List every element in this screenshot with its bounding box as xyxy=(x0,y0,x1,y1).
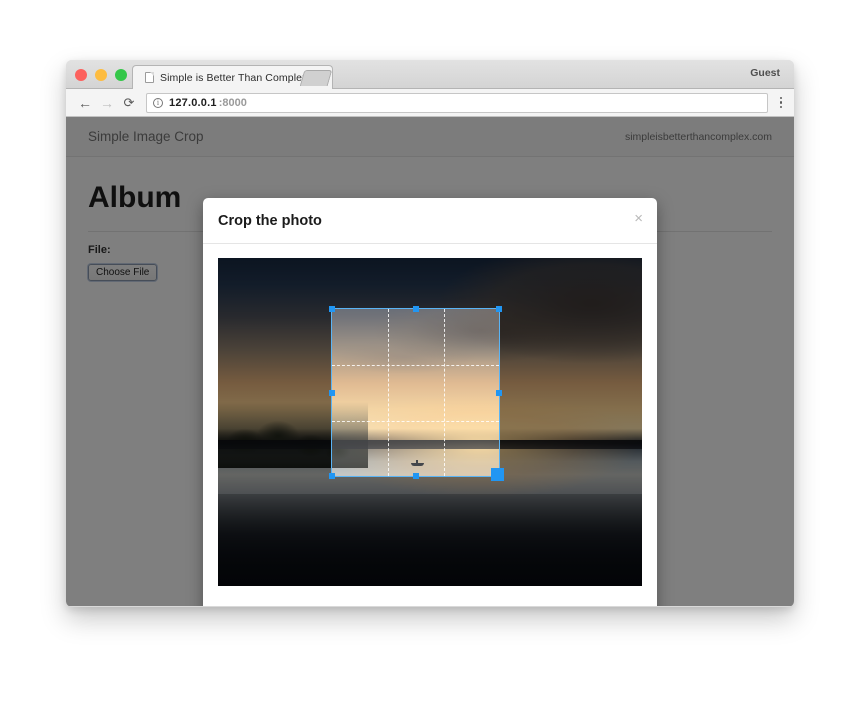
crop-grid-line-v2 xyxy=(444,309,445,476)
crop-handle-nw[interactable] xyxy=(329,306,335,312)
forward-icon[interactable]: → xyxy=(96,92,118,114)
crop-shade-top xyxy=(218,258,642,308)
crop-grid-line-h2 xyxy=(332,421,499,422)
close-icon[interactable]: × xyxy=(634,211,643,226)
minimize-window-button[interactable] xyxy=(95,69,107,81)
crop-grid-line-h1 xyxy=(332,365,499,366)
crop-handle-ne[interactable] xyxy=(496,306,502,312)
page-viewport: Simple Image Crop simpleisbetterthancomp… xyxy=(66,117,794,606)
modal-body xyxy=(203,244,657,598)
crop-handle-e[interactable] xyxy=(496,390,502,396)
close-window-button[interactable] xyxy=(75,69,87,81)
crop-shade-right xyxy=(500,308,642,477)
modal-footer: Nevermind Crop and upload xyxy=(203,598,657,606)
page-icon xyxy=(145,72,154,83)
crop-handle-n[interactable] xyxy=(413,306,419,312)
crop-handle-w[interactable] xyxy=(329,390,335,396)
back-icon[interactable]: ← xyxy=(74,92,96,114)
modal-title: Crop the photo xyxy=(218,212,322,229)
tab-title: Simple is Better Than Complex xyxy=(160,71,308,84)
crop-shade-left xyxy=(218,308,331,477)
crop-handle-sw[interactable] xyxy=(329,473,335,479)
browser-titlebar: Simple is Better Than Complex × Guest xyxy=(66,60,794,89)
crop-photo-canvas[interactable] xyxy=(218,258,642,586)
crop-shade-bottom xyxy=(218,477,642,586)
url-port: :8000 xyxy=(218,96,247,109)
crop-handle-se[interactable] xyxy=(491,468,504,481)
browser-window: Simple is Better Than Complex × Guest ← … xyxy=(66,60,794,607)
crop-selection-box[interactable] xyxy=(329,306,504,481)
browser-menu-icon[interactable] xyxy=(768,89,794,117)
address-bar[interactable]: i 127.0.0.1 :8000 xyxy=(146,92,768,113)
new-tab-button[interactable] xyxy=(299,70,333,86)
site-info-icon[interactable]: i xyxy=(153,97,163,108)
url-host: 127.0.0.1 xyxy=(169,96,217,109)
reload-icon[interactable]: ⟳ xyxy=(118,92,140,114)
maximize-window-button[interactable] xyxy=(115,69,127,81)
modal-header: Crop the photo × xyxy=(203,198,657,244)
profile-guest-label[interactable]: Guest xyxy=(750,67,780,79)
crop-handle-s[interactable] xyxy=(413,473,419,479)
crop-grid-line-v1 xyxy=(388,309,389,476)
window-controls xyxy=(75,69,127,81)
crop-photo-modal: Crop the photo × xyxy=(203,198,657,606)
browser-toolbar: ← → ⟳ i 127.0.0.1 :8000 xyxy=(66,89,794,117)
